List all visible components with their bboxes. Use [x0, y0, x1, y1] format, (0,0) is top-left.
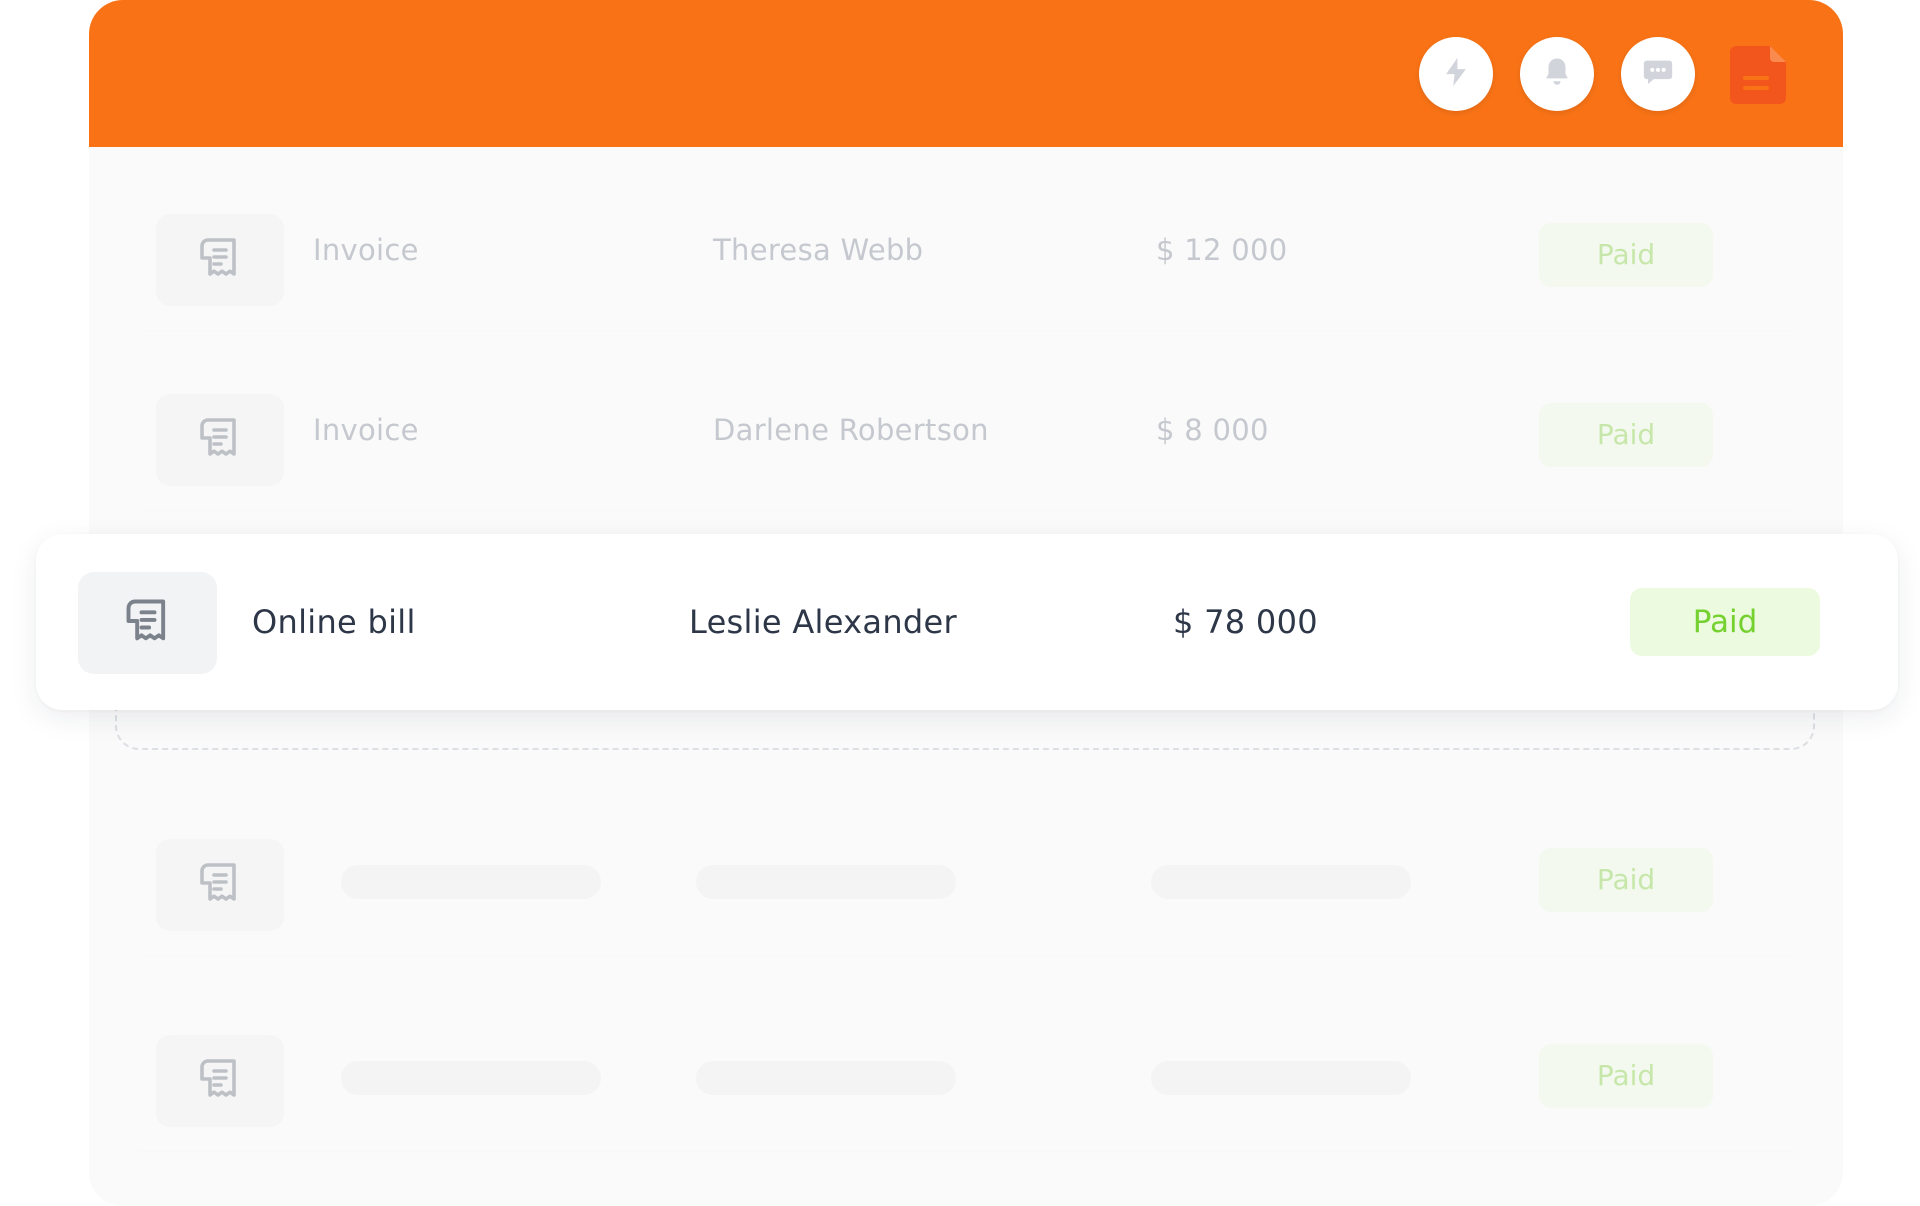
- messages-button[interactable]: [1621, 37, 1695, 111]
- client-name: Darlene Robertson: [713, 413, 989, 447]
- top-bar: [89, 0, 1843, 147]
- lightning-icon: [1439, 55, 1473, 93]
- status-badge: Paid: [1539, 403, 1713, 467]
- receipt-icon-box: [78, 572, 217, 674]
- lightning-button[interactable]: [1419, 37, 1493, 111]
- status-badge: Paid: [1539, 1044, 1713, 1108]
- table-row[interactable]: Paid: [116, 795, 1815, 955]
- amount: $ 12 000: [1156, 233, 1288, 267]
- amount: $ 8 000: [1156, 413, 1269, 447]
- table-row[interactable]: Paid: [116, 991, 1815, 1151]
- status-badge: Paid: [1539, 223, 1713, 287]
- receipt-icon: [196, 1055, 244, 1107]
- active-row[interactable]: Online bill Leslie Alexander $ 78 000 Pa…: [36, 534, 1898, 710]
- placeholder-bar: [696, 1061, 956, 1095]
- status-badge: Paid: [1630, 588, 1820, 656]
- placeholder-bar: [341, 1061, 601, 1095]
- receipt-icon-box: [156, 214, 284, 306]
- receipt-icon: [196, 234, 244, 286]
- status-badge: Paid: [1539, 848, 1713, 912]
- receipt-icon: [196, 414, 244, 466]
- client-name: Theresa Webb: [713, 233, 924, 267]
- receipt-icon-box: [156, 839, 284, 931]
- notifications-button[interactable]: [1520, 37, 1594, 111]
- placeholder-bar: [1151, 865, 1411, 899]
- receipt-icon-box: [156, 394, 284, 486]
- receipt-icon: [196, 859, 244, 911]
- receipt-icon: [122, 595, 174, 651]
- table-row[interactable]: Invoice Darlene Robertson $ 8 000 Paid: [116, 350, 1815, 510]
- placeholder-bar: [341, 865, 601, 899]
- document-type: Online bill: [252, 603, 416, 641]
- document-type: Invoice: [313, 413, 419, 447]
- client-name: Leslie Alexander: [689, 603, 957, 641]
- table-row[interactable]: Invoice Theresa Webb $ 12 000 Paid: [116, 170, 1815, 330]
- chat-icon: [1641, 55, 1675, 93]
- placeholder-bar: [696, 865, 956, 899]
- amount: $ 78 000: [1173, 603, 1318, 641]
- document-type: Invoice: [313, 233, 419, 267]
- document-icon[interactable]: [1730, 46, 1786, 104]
- placeholder-bar: [1151, 1061, 1411, 1095]
- bell-icon: [1540, 55, 1574, 93]
- receipt-icon-box: [156, 1035, 284, 1127]
